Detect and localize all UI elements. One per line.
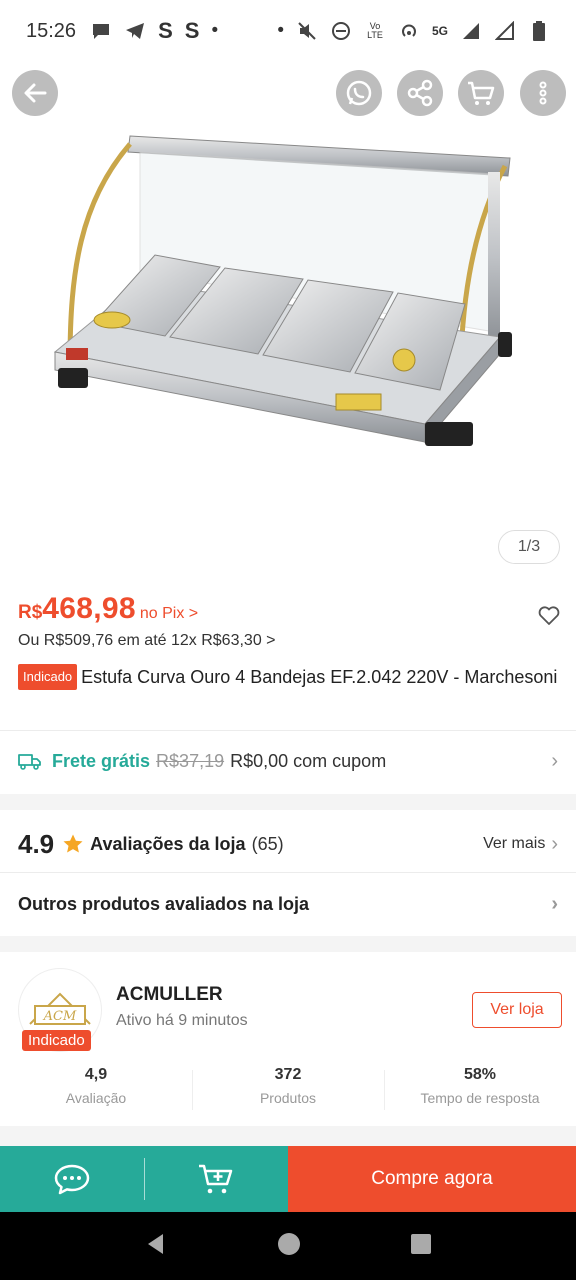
cart-button[interactable] [458,70,504,116]
truck-icon [18,754,41,770]
hotspot-icon [398,20,420,42]
status-time: 15:26 [26,19,77,42]
store-name[interactable]: ACMULLER [116,984,223,1006]
store-section: ACM Indicado ACMULLER Ativo há 9 minutos… [18,960,562,1120]
see-more-link[interactable]: Ver mais [483,835,545,853]
status-dot: • [211,20,219,41]
status-left-icons: S S • [90,18,218,44]
product-image [53,135,512,446]
stat-label: Tempo de resposta [420,1090,540,1106]
other-products-label: Outros produtos avaliados na loja [18,893,310,914]
more-icon [539,81,547,105]
whatsapp-button[interactable] [336,70,382,116]
rating-score: 4.9 [18,828,55,859]
bottom-action-bar: Compre agora [0,1146,576,1212]
pix-label[interactable]: no Pix > [140,605,198,623]
price-value: 468,98 [42,592,136,625]
stat-products: 372 Produtos [192,1066,384,1116]
back-button[interactable] [12,70,58,116]
add-to-cart-icon [199,1164,233,1194]
divider [0,872,576,873]
signal-icon [460,20,482,42]
section-gap [0,936,576,952]
store-indicado-badge: Indicado [22,1030,91,1051]
back-icon [24,83,47,103]
nav-back-button[interactable] [143,1231,169,1262]
visit-store-button[interactable]: Ver loja [472,992,562,1028]
store-active-status: Ativo há 9 minutos [116,1012,248,1029]
more-button[interactable] [520,70,566,116]
favorite-button[interactable] [538,606,560,631]
product-title: Estufa Curva Ouro 4 Bandejas EF.2.042 22… [81,667,558,687]
svg-text:ACM: ACM [43,1009,77,1024]
other-products-row[interactable]: Outros produtos avaliados na loja › [18,878,558,930]
store-stats: 4,9 Avaliação 372 Produtos 58% Tempo de … [0,1066,576,1116]
product-image-area[interactable]: 1/3 [0,62,576,582]
status-right-icons: • Vo LTE 5G [277,20,550,42]
nav-recents-button[interactable] [409,1232,433,1261]
nav-home-icon [277,1232,300,1255]
signal-icon-2 [494,20,516,42]
price-block: R$ 468,98 no Pix > Ou R$509,76 em até 12… [18,592,562,690]
product-title-row: Indicado Estufa Curva Ouro 4 Bandejas EF.… [18,664,562,690]
chat-button[interactable] [0,1146,144,1212]
nav-home-button[interactable] [276,1231,302,1262]
network-type: 5G [431,24,448,38]
chevron-right-icon: › [551,749,558,772]
status-bar: 15:26 S S • • Vo LTE 5G [0,0,576,62]
section-gap [0,1126,576,1146]
shipping-row[interactable]: Frete grátis R$37,19 R$0,00 com cupom › [18,738,558,784]
s-app-icon-2: S [184,18,200,43]
chevron-right-icon: › [551,892,558,915]
rating-label: Avaliações da loja [90,833,246,854]
chat-icon [54,1164,90,1195]
telegram-icon [124,20,146,42]
chat-bubble-icon [90,20,112,42]
buy-now-button[interactable]: Compre agora [288,1146,576,1212]
nav-recents-icon [410,1233,431,1254]
free-shipping-label: Frete grátis [52,750,151,771]
cart-icon [468,81,495,105]
stat-value: 58% [463,1066,497,1083]
rating-count: (65) [251,833,284,854]
add-to-cart-button[interactable] [144,1146,288,1212]
volte-icon: Vo LTE [367,21,383,40]
stat-response-time: 58% Tempo de resposta [384,1066,576,1116]
store-ratings-row[interactable]: 4.9 Avaliações da loja (65) Ver mais › [18,818,558,870]
mute-icon [296,20,318,42]
price-currency: R$ [18,602,43,623]
system-nav-bar [0,1212,576,1280]
battery-icon [528,20,550,42]
heart-icon [538,606,560,625]
star-icon [63,834,83,853]
stat-value: 4,9 [84,1066,108,1083]
stat-value: 372 [274,1066,302,1083]
shipping-new-price: R$0,00 com cupom [230,750,387,771]
status-dot-2: • [277,20,284,41]
chevron-right-icon: › [551,832,558,855]
s-app-icon: S [158,18,173,43]
share-icon [407,79,433,107]
dnd-icon [330,20,352,42]
indicado-badge: Indicado [18,664,78,690]
stat-rating: 4,9 Avaliação [0,1066,192,1116]
stat-label: Avaliação [65,1090,127,1106]
nav-back-icon [148,1233,164,1254]
share-button[interactable] [397,70,443,116]
acm-logo-icon: ACM [29,992,91,1025]
shipping-old-price: R$37,19 [156,750,225,771]
stat-label: Produtos [259,1090,317,1106]
whatsapp-icon [346,80,372,106]
section-gap [0,794,576,810]
divider [0,730,576,731]
image-page-counter: 1/3 [498,530,560,564]
price-row[interactable]: R$ 468,98 no Pix > [18,592,562,626]
installments-link[interactable]: Ou R$509,76 em até 12x R$63,30 > [18,632,562,650]
